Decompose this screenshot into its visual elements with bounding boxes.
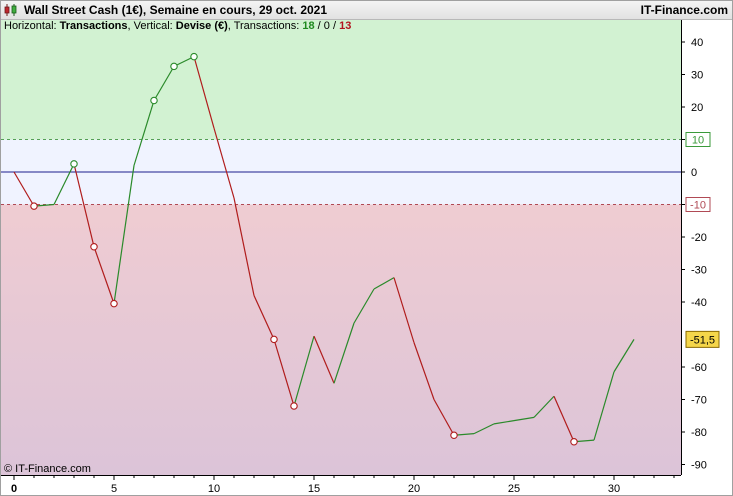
trade-marker [90,243,98,251]
x-tick-label: 25 [508,483,520,494]
x-tick-label: 0 [11,483,17,494]
y-tick-label: -90 [691,460,707,472]
upper-threshold-label: 10 [692,135,704,147]
y-tick-label: -70 [691,395,707,407]
y-tick-label: 30 [691,70,703,82]
trade-marker [70,160,78,168]
y-tick-label: 20 [691,102,703,114]
winning-count: 18 [302,20,315,32]
x-tick-label: 5 [111,483,117,494]
x-tick-label: 20 [408,483,420,494]
last-value-label: -51,5 [690,334,715,346]
trade-marker [570,437,578,446]
y-tick-label: -60 [691,362,707,374]
losing-count: 13 [339,20,352,32]
trade-marker [270,335,278,344]
y-tick-label: -20 [691,232,707,244]
profit-zone [1,20,681,140]
vertical-axis-value: Devise (€) [175,20,228,32]
loss-zone [1,204,681,475]
vertical-axis-caption: , Vertical: [127,20,176,32]
x-tick-label: 30 [608,483,620,494]
title-bar: Wall Street Cash (1€), Semaine en cours,… [1,1,732,20]
transactions-caption: , Transactions: [227,20,303,32]
count-separator: / [329,20,340,32]
trade-marker [170,62,178,71]
trade-marker [290,402,298,410]
chart-info-bar: Horizontal: Transactions, Vertical: Devi… [4,20,351,34]
lower-threshold-label: -10 [690,200,706,212]
candlestick-chart-icon [4,4,17,16]
trade-marker [450,431,458,439]
trade-marker [30,202,38,210]
horizontal-axis-caption: Horizontal: [4,20,60,32]
copyright-label: © IT-Finance.com [4,463,91,475]
chart-window: Wall Street Cash (1€), Semaine en cours,… [0,0,733,496]
y-tick-label: -80 [691,427,707,439]
y-tick-label: 40 [691,37,703,49]
y-tick-label: -40 [691,297,707,309]
y-tick-label: 0 [691,167,697,179]
count-separator: / [314,20,324,32]
y-tick-label: -30 [691,265,707,277]
horizontal-axis-value: Transactions [59,20,128,32]
x-tick-label: 10 [208,483,220,494]
equity-curve-chart: 40 30 20 0 -20 -30 -40 -60 -70 -80 -90 10 -10 -51,5 0 5… [1,20,720,494]
trade-marker [190,52,198,61]
brand-label: IT-Finance.com [640,3,728,17]
x-tick-label: 15 [308,483,320,494]
window-title: Wall Street Cash (1€), Semaine en cours,… [24,3,328,17]
trade-marker [150,96,158,105]
trade-marker [110,299,118,308]
